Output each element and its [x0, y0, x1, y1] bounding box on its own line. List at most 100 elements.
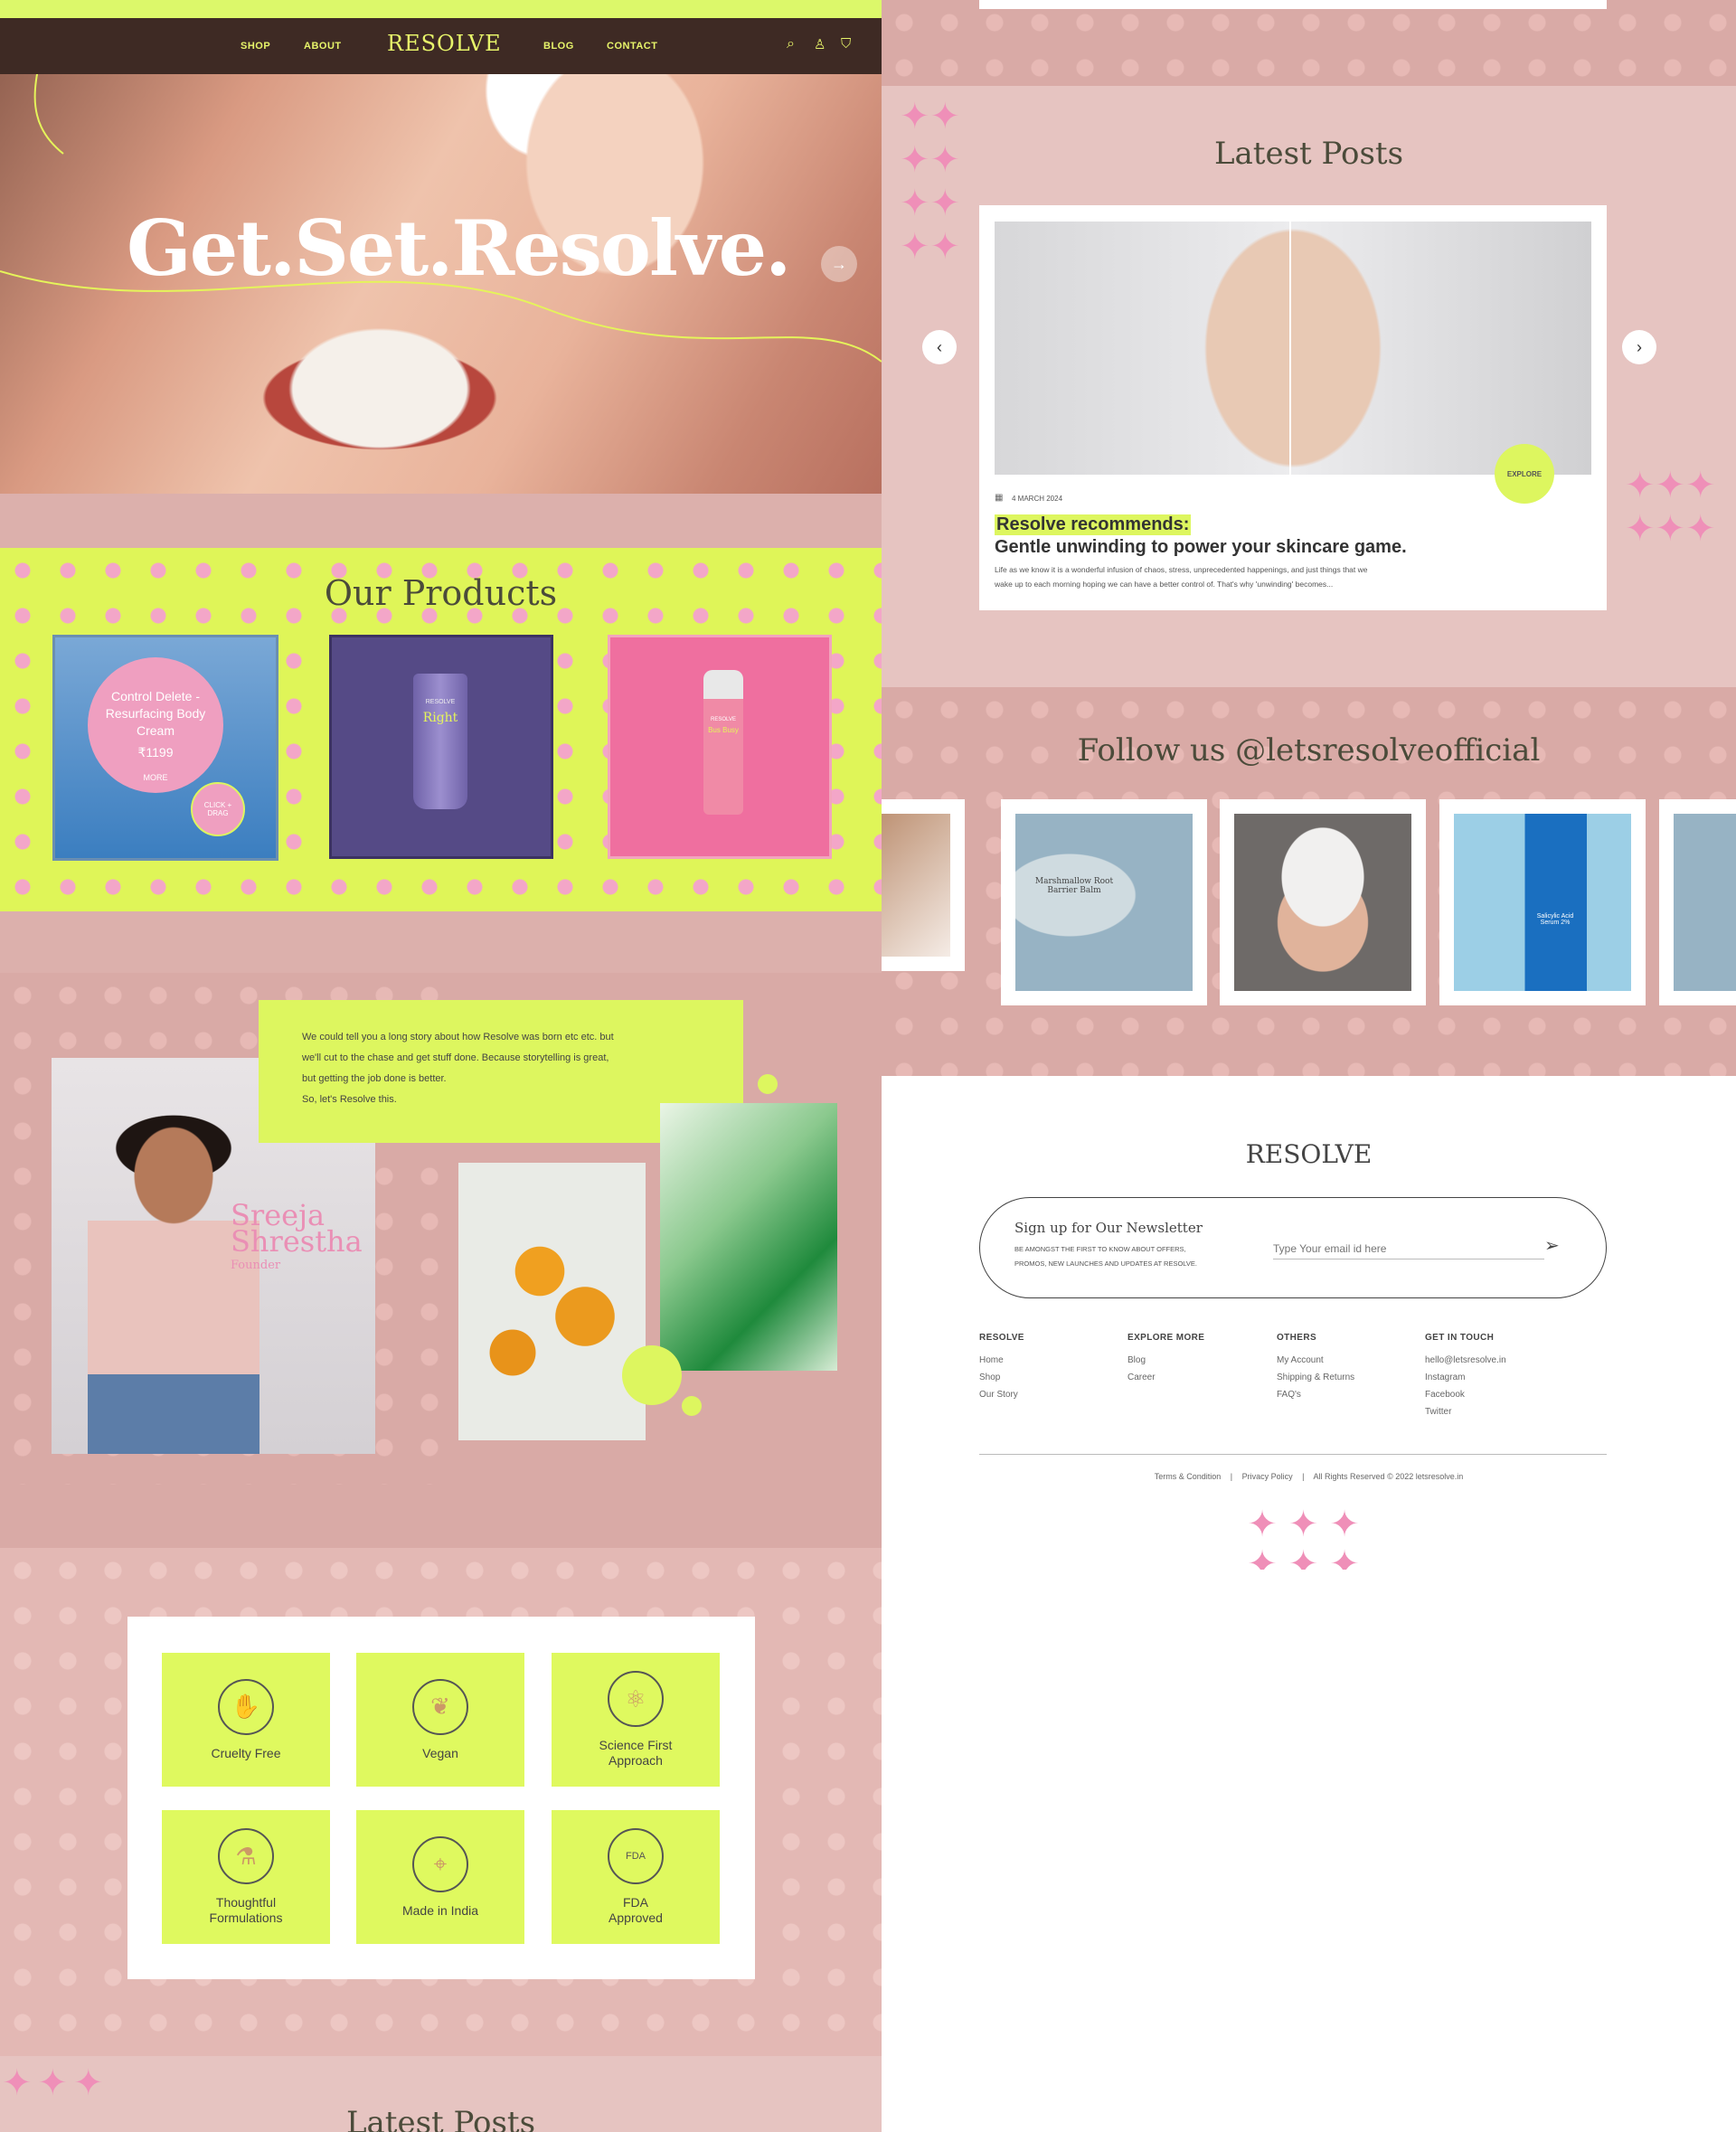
story-line-4: So, let's Resolve this. — [302, 1094, 397, 1105]
privacy-link[interactable]: Privacy Policy — [1242, 1472, 1293, 1481]
lime-dot-large — [622, 1345, 682, 1405]
hero-headline: Get.Set.Resolve. — [127, 203, 791, 293]
product-more-link[interactable]: MORE — [88, 773, 223, 782]
explore-button[interactable]: EXPLORE — [1495, 444, 1554, 504]
feature-label: Made in India — [401, 1902, 479, 1918]
nav-contact[interactable]: CONTACT — [607, 41, 657, 52]
feature-label: Thoughtful — [215, 1895, 277, 1910]
serum-label: Salicylic Acid Serum 2% — [1536, 913, 1574, 926]
product-card-featured[interactable]: Control Delete - Resurfacing Body Cream … — [52, 635, 278, 861]
footer-logo[interactable]: RESOLVE — [882, 1139, 1736, 1169]
nav-shop[interactable]: SHOP — [241, 41, 270, 52]
footer-link-our-story[interactable]: Our Story — [979, 1390, 1024, 1400]
send-icon[interactable]: ➢ — [1544, 1234, 1560, 1257]
feature-label: Cruelty Free — [211, 1745, 281, 1760]
newsletter-desc-2: PROMOS, NEW LAUNCHES AND UPDATES AT RESO… — [1014, 1259, 1197, 1268]
footer-link-shipping[interactable]: Shipping & Returns — [1277, 1373, 1354, 1382]
footer-col-resolve: RESOLVE Home Shop Our Story — [979, 1333, 1024, 1407]
post-card[interactable]: EXPLORE ▦ 4 MARCH 2024 Resolve recommend… — [979, 205, 1607, 610]
user-icon[interactable]: ♙ — [814, 36, 826, 52]
calendar-icon: ▦ — [995, 493, 1004, 503]
feature-fda: FDA FDA Approved — [552, 1810, 720, 1944]
footer-link-email[interactable]: hello@letsresolve.in — [1425, 1355, 1506, 1365]
features-section: ✋ Cruelty Free ❦ Vegan ⚛ Science First A… — [0, 1548, 882, 2056]
newsletter-desc-1: BE AMONGST THE FIRST TO KNOW ABOUT OFFER… — [1014, 1245, 1186, 1253]
footer-link-blog[interactable]: Blog — [1127, 1355, 1204, 1365]
newsletter-title: Sign up for Our Newsletter — [1014, 1220, 1203, 1236]
footer-col-explore: EXPLORE MORE Blog Career — [1127, 1333, 1204, 1390]
latest-posts-section: ✦✦ ✦✦ ✦✦ ✦✦ Latest Posts EXPLORE ▦ 4 MAR… — [882, 86, 1736, 687]
nav-about[interactable]: ABOUT — [304, 41, 342, 52]
product-card-cream[interactable]: RESOLVE Right — [329, 635, 553, 859]
click-drag-handle[interactable]: CLICK + DRAG — [191, 782, 245, 836]
product-price: ₹1199 — [137, 745, 174, 759]
nav-blog[interactable]: BLOG — [543, 41, 574, 52]
insta-post-4[interactable]: Salicylic Acid Serum 2% — [1439, 799, 1646, 1005]
latest-posts-left-section: ✦✦✦ Latest Posts — [0, 2056, 882, 2132]
email-input[interactable] — [1273, 1238, 1544, 1259]
footer-stars: ✦✦✦ ✦✦✦ — [1247, 1505, 1371, 1570]
footer-col-title: GET IN TOUCH — [1425, 1333, 1495, 1343]
cream-tube: RESOLVE Right — [413, 674, 467, 809]
footer-link-instagram[interactable]: Instagram — [1425, 1373, 1506, 1382]
post-excerpt-1: Life as we know it is a wonderful infusi… — [995, 565, 1368, 574]
decor-stars-left: ✦✦✦ — [2, 2063, 109, 2103]
feature-label: Science First — [599, 1738, 673, 1752]
lime-dot-small — [758, 1074, 778, 1094]
hero-next-arrow[interactable]: → — [821, 246, 857, 282]
post-image-before-after — [995, 222, 1591, 475]
insta-post-3[interactable] — [1220, 799, 1426, 1005]
fda-badge-icon: FDA — [608, 1828, 664, 1884]
left-column: SHOP ABOUT RESOLVE BLOG CONTACT ⌕ ♙ ⛉ Ge… — [0, 0, 882, 2132]
cruelty-free-icon: ✋ — [218, 1678, 274, 1735]
footer-col-title: OTHERS — [1277, 1333, 1317, 1343]
decor-stars-br: ✦✦✦ ✦✦✦ — [1625, 466, 1716, 549]
feature-cruelty-free: ✋ Cruelty Free — [162, 1653, 330, 1787]
founder-role: Founder — [231, 1259, 281, 1272]
founder-figure — [88, 1112, 259, 1454]
footer-col-contact: GET IN TOUCH hello@letsresolve.in Instag… — [1425, 1333, 1506, 1424]
footer-link-facebook[interactable]: Facebook — [1425, 1390, 1506, 1400]
post-highlight: Resolve recommends: — [995, 514, 1192, 535]
terms-link[interactable]: Terms & Condition — [1155, 1472, 1222, 1481]
bag-icon[interactable]: ⛉ — [841, 36, 851, 52]
post-date: 4 MARCH 2024 — [1012, 495, 1063, 503]
balm-jar-image: Marshmallow Root Barrier Balm — [1015, 814, 1193, 991]
footer-section: RESOLVE Sign up for Our Newsletter BE AM… — [882, 1076, 1736, 2132]
decor-stars-tl: ✦✦ ✦✦ ✦✦ ✦✦ — [900, 97, 961, 267]
footer-link-home[interactable]: Home — [979, 1355, 1024, 1365]
towel-woman-image — [1234, 814, 1411, 991]
right-column: ✦✦ ✦✦ ✦✦ ✦✦ Latest Posts EXPLORE ▦ 4 MAR… — [882, 0, 1736, 2132]
story-line-3: but getting the job done is better. — [302, 1073, 447, 1084]
legal-sep: | — [1302, 1472, 1305, 1481]
mist-name: Bus Busy — [708, 726, 739, 734]
footer-link-faqs[interactable]: FAQ's — [1277, 1390, 1354, 1400]
hero-section: SHOP ABOUT RESOLVE BLOG CONTACT ⌕ ♙ ⛉ Ge… — [0, 18, 882, 494]
post-headline: Gentle unwinding to power your skincare … — [995, 537, 1407, 557]
footer-col-title: EXPLORE MORE — [1127, 1333, 1205, 1343]
footer-link-twitter[interactable]: Twitter — [1425, 1407, 1506, 1417]
footer-link-shop[interactable]: Shop — [979, 1373, 1024, 1382]
post-next-button[interactable]: › — [1622, 330, 1656, 364]
berries-image — [458, 1163, 646, 1440]
founder-name-last: Shrestha — [231, 1224, 363, 1259]
post-prev-button[interactable]: ‹ — [922, 330, 957, 364]
footer-link-career[interactable]: Career — [1127, 1373, 1204, 1382]
insta-post-1[interactable] — [882, 799, 965, 971]
feature-vegan: ❦ Vegan — [356, 1653, 524, 1787]
footer-link-my-account[interactable]: My Account — [1277, 1355, 1354, 1365]
nav-logo[interactable]: RESOLVE — [387, 31, 502, 56]
product-info-bubble: Control Delete - Resurfacing Body Cream … — [88, 657, 223, 793]
insta-post-5[interactable] — [1659, 799, 1736, 1005]
search-icon[interactable]: ⌕ — [787, 36, 795, 52]
science-atom-icon: ⚛ — [608, 1671, 664, 1727]
jar-label: Marshmallow Root Barrier Balm — [1034, 877, 1114, 895]
legal-sep: | — [1230, 1472, 1233, 1481]
mist-brand: RESOLVE — [711, 717, 736, 722]
right-top-pattern — [882, 0, 1736, 86]
copyright-text: All Rights Reserved © 2022 letsresolve.i… — [1313, 1472, 1464, 1481]
product-card-mist[interactable]: RESOLVE Bus Busy — [608, 635, 832, 859]
footer-col-others: OTHERS My Account Shipping & Returns FAQ… — [1277, 1333, 1354, 1407]
post-excerpt-2: wake up to each morning hoping we can ha… — [995, 580, 1334, 589]
insta-post-2[interactable]: Marshmallow Root Barrier Balm — [1001, 799, 1207, 1005]
